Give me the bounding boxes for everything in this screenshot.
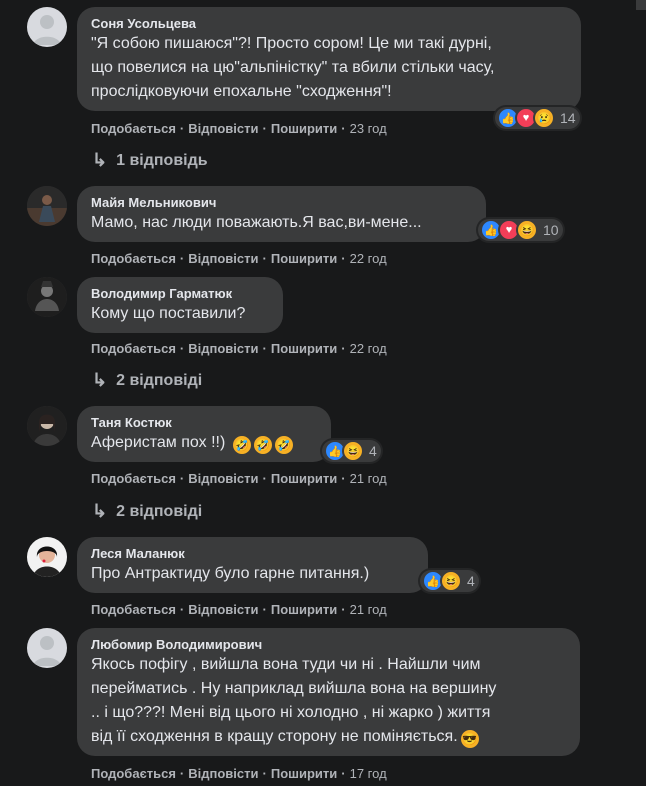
comment-author[interactable]: Любомир Володимирович <box>91 636 568 653</box>
view-replies-button[interactable]: ↳ 2 відповіді <box>92 501 202 522</box>
comment-actions: Подобається · Відповісти · Поширити · 17 год <box>91 766 387 781</box>
reply-link[interactable]: Відповісти <box>188 251 258 266</box>
share-link[interactable]: Поширити <box>271 251 337 266</box>
reply-arrow-icon: ↳ <box>92 370 108 390</box>
comment-text: "Я собою пишаюся"?! Просто сором! Це ми … <box>91 35 495 100</box>
share-link[interactable]: Поширити <box>271 471 337 486</box>
comment-actions: Подобається · Відповісти · Поширити · 21 год <box>91 471 387 486</box>
comment-bubble: Таня Костюк Аферистам пох !!) 🤣 🤣 🤣 <box>77 406 331 462</box>
comment-bubble: Соня Усольцева "Я собою пишаюся"?! Прост… <box>77 7 581 111</box>
rofl-emoji-icon: 🤣 <box>274 436 293 454</box>
avatar-default[interactable] <box>27 7 67 47</box>
comment-bubble: Леся Маланюк Про Антрактиду було гарне п… <box>77 537 428 593</box>
comment-actions: Подобається · Відповісти · Поширити · 22 год <box>91 341 387 356</box>
user-photo <box>27 277 67 317</box>
comment-bubble: Володимир Гарматюк Кому що поставили? <box>77 277 283 333</box>
comment-time[interactable]: 22 год <box>350 341 387 356</box>
comment-author[interactable]: Майя Мельникович <box>91 194 474 211</box>
reply-link[interactable]: Відповісти <box>188 766 258 781</box>
reaction-count: 10 <box>543 222 559 238</box>
comment-actions: Подобається · Відповісти · Поширити · 21 год <box>91 602 387 617</box>
avatar[interactable] <box>27 186 67 226</box>
share-link[interactable]: Поширити <box>271 602 337 617</box>
comment-text: Про Антрактиду було гарне питання.) <box>91 565 370 582</box>
comment-actions: Подобається · Відповісти · Поширити · 23 год <box>91 121 387 136</box>
scrollbar[interactable] <box>636 0 646 10</box>
like-link[interactable]: Подобається <box>91 471 176 486</box>
like-link[interactable]: Подобається <box>91 121 176 136</box>
view-replies-button[interactable]: ↳ 1 відповідь <box>92 150 208 171</box>
replies-count: 2 відповіді <box>116 502 203 520</box>
like-link[interactable]: Подобається <box>91 341 176 356</box>
view-replies-button[interactable]: ↳ 2 відповіді <box>92 370 202 391</box>
comment-time[interactable]: 22 год <box>350 251 387 266</box>
reactions-summary[interactable]: 👍 😆 4 <box>322 440 381 462</box>
user-photo <box>27 186 67 226</box>
comment-bubble: Майя Мельникович Мамо, нас люди поважают… <box>77 186 486 242</box>
rofl-emoji-icon: 🤣 <box>232 436 251 454</box>
reply-link[interactable]: Відповісти <box>188 121 258 136</box>
replies-count: 2 відповіді <box>116 371 203 389</box>
reply-link[interactable]: Відповісти <box>188 341 258 356</box>
haha-icon: 😆 <box>516 219 538 241</box>
avatar[interactable] <box>27 406 67 446</box>
reaction-count: 4 <box>467 573 475 589</box>
default-avatar-icon <box>27 7 67 47</box>
reactions-summary[interactable]: 👍 ♥ 😢 14 <box>495 107 580 129</box>
reply-arrow-icon: ↳ <box>92 501 108 521</box>
comment-actions: Подобається · Відповісти · Поширити · 22 год <box>91 251 387 266</box>
comment-author[interactable]: Соня Усольцева <box>91 15 569 32</box>
haha-icon: 😆 <box>440 570 462 592</box>
reply-link[interactable]: Відповісти <box>188 602 258 617</box>
comment-text: Якось пофігу , вийшла вона туди чи ні . … <box>91 656 497 748</box>
default-avatar-icon <box>27 628 67 668</box>
reply-arrow-icon: ↳ <box>92 150 108 170</box>
comment-author[interactable]: Таня Костюк <box>91 414 319 431</box>
like-link[interactable]: Подобається <box>91 602 176 617</box>
user-photo <box>27 537 67 577</box>
comment-bubble: Любомир Володимирович Якось пофігу , вий… <box>77 628 580 756</box>
reaction-count: 14 <box>560 110 576 126</box>
avatar-default[interactable] <box>27 628 67 668</box>
reaction-count: 4 <box>369 443 377 459</box>
comment-time[interactable]: 17 год <box>350 766 387 781</box>
comment-text: Аферистам пох !!) 🤣 🤣 🤣 <box>91 434 293 454</box>
comment-text: Кому що поставили? <box>91 305 246 322</box>
replies-count: 1 відповідь <box>116 151 208 169</box>
reactions-summary[interactable]: 👍 😆 4 <box>420 570 479 592</box>
like-link[interactable]: Подобається <box>91 766 176 781</box>
comment-author[interactable]: Володимир Гарматюк <box>91 285 271 302</box>
user-photo <box>27 406 67 446</box>
sad-icon: 😢 <box>533 107 555 129</box>
comment-time[interactable]: 21 год <box>350 602 387 617</box>
reply-link[interactable]: Відповісти <box>188 471 258 486</box>
comment-time[interactable]: 23 год <box>350 121 387 136</box>
comment-time[interactable]: 21 год <box>350 471 387 486</box>
comment-text: Мамо, нас люди поважають.Я вас,ви-мене..… <box>91 214 422 231</box>
avatar[interactable] <box>27 277 67 317</box>
avatar[interactable] <box>27 537 67 577</box>
sunglasses-emoji-icon: 😎 <box>460 730 479 748</box>
share-link[interactable]: Поширити <box>271 766 337 781</box>
reactions-summary[interactable]: 👍 ♥ 😆 10 <box>478 219 563 241</box>
comment-author[interactable]: Леся Маланюк <box>91 545 416 562</box>
haha-icon: 😆 <box>342 440 364 462</box>
like-link[interactable]: Подобається <box>91 251 176 266</box>
share-link[interactable]: Поширити <box>271 121 337 136</box>
rofl-emoji-icon: 🤣 <box>253 436 272 454</box>
share-link[interactable]: Поширити <box>271 341 337 356</box>
